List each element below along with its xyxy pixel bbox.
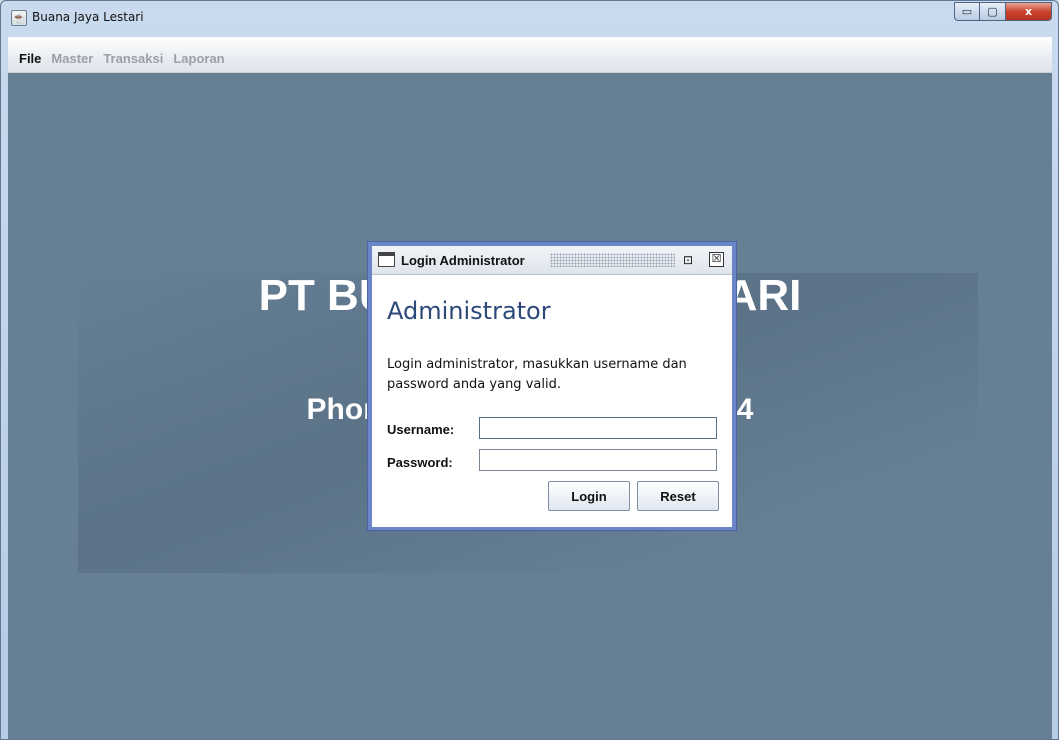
minimize-icon: ▭ <box>961 5 973 18</box>
close-button[interactable]: x <box>1006 2 1052 21</box>
login-button[interactable]: Login <box>548 481 630 511</box>
menu-file[interactable]: File <box>19 51 41 66</box>
minimize-button[interactable]: ▭ <box>954 2 980 21</box>
restore-icon[interactable]: ⊡ <box>679 252 697 268</box>
dialog-body: Administrator Login administrator, masuk… <box>372 275 732 527</box>
caption-buttons: ▭ ▢ x <box>954 2 1052 22</box>
password-input[interactable] <box>479 449 717 471</box>
maximize-icon: ▢ <box>987 5 998 18</box>
menu-laporan: Laporan <box>173 51 225 66</box>
username-input[interactable] <box>479 417 717 439</box>
login-dialog: Login Administrator ⊡ ☒ Administrator Lo… <box>367 241 737 531</box>
close-icon: x <box>1024 5 1033 18</box>
titlebar-grip <box>550 253 675 267</box>
menu-transaksi: Transaksi <box>103 51 164 66</box>
menu-master: Master <box>51 51 94 66</box>
dialog-close-icon[interactable]: ☒ <box>709 252 724 267</box>
maximize-button[interactable]: ▢ <box>980 2 1006 21</box>
dialog-titlebar[interactable]: Login Administrator ⊡ ☒ <box>372 246 732 275</box>
reset-button[interactable]: Reset <box>637 481 719 511</box>
window-title: Buana Jaya Lestari <box>32 10 144 24</box>
username-label: Username: <box>387 422 455 437</box>
menu-bar: File Master Transaksi Laporan <box>8 37 1052 73</box>
frame-icon <box>378 252 395 267</box>
dialog-heading: Administrator <box>387 297 551 325</box>
dialog-title: Login Administrator <box>401 253 525 268</box>
window-titlebar[interactable]: ☕ Buana Jaya Lestari ▭ ▢ x <box>1 1 1058 35</box>
dialog-description: Login administrator, masukkan username d… <box>387 357 687 392</box>
password-label: Password: <box>387 455 453 470</box>
java-cup-icon: ☕ <box>11 10 27 26</box>
